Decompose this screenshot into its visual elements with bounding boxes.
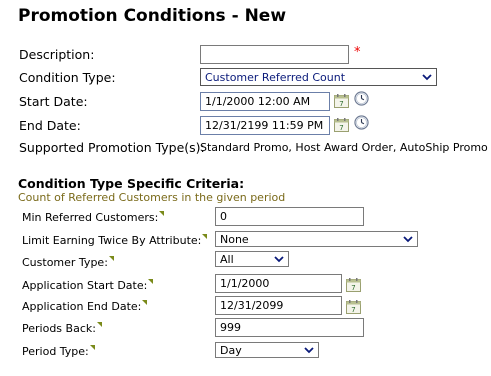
criteria-section-title: Condition Type Specific Criteria: bbox=[18, 176, 245, 191]
application-start-date-input[interactable]: 1/1/2000 bbox=[215, 274, 342, 293]
chevron-down-icon bbox=[403, 234, 413, 244]
min-referred-customers-input[interactable]: 0 bbox=[215, 207, 364, 226]
help-marker-icon[interactable] bbox=[142, 300, 148, 305]
description-input[interactable] bbox=[200, 45, 349, 64]
customer-type-value: All bbox=[220, 252, 234, 266]
periods-back-input[interactable]: 999 bbox=[215, 318, 364, 337]
calendar-icon[interactable]: 7 bbox=[346, 277, 361, 296]
end-date-input[interactable]: 12/31/2199 11:59 PM bbox=[200, 116, 330, 135]
condition-type-select[interactable]: Customer Referred Count bbox=[200, 68, 437, 86]
calendar-icon[interactable]: 7 bbox=[346, 299, 361, 318]
svg-text:7: 7 bbox=[351, 284, 355, 292]
limit-earning-value: None bbox=[220, 232, 249, 246]
chevron-down-icon bbox=[304, 345, 314, 355]
help-marker-icon[interactable] bbox=[159, 211, 165, 216]
calendar-icon[interactable]: 7 bbox=[334, 117, 349, 136]
chevron-down-icon bbox=[274, 254, 284, 264]
customer-type-label: Customer Type: bbox=[22, 256, 114, 269]
application-end-date-input[interactable]: 12/31/2099 bbox=[215, 296, 342, 315]
clock-icon[interactable] bbox=[354, 115, 369, 134]
application-end-date-label: Application End Date: bbox=[22, 300, 148, 313]
svg-text:7: 7 bbox=[339, 124, 343, 132]
start-date-label: Start Date: bbox=[19, 94, 88, 109]
supported-promotion-types-label: Supported Promotion Type(s): bbox=[19, 140, 205, 155]
period-type-select[interactable]: Day bbox=[215, 342, 319, 358]
limit-earning-label: Limit Earning Twice By Attribute: bbox=[22, 234, 208, 247]
required-marker: * bbox=[354, 45, 361, 60]
min-referred-customers-label: Min Referred Customers: bbox=[22, 211, 165, 224]
application-start-date-label: Application Start Date: bbox=[22, 279, 154, 292]
limit-earning-select[interactable]: None bbox=[215, 231, 418, 247]
help-marker-icon[interactable] bbox=[202, 234, 208, 239]
start-date-input[interactable]: 1/1/2000 12:00 AM bbox=[200, 92, 330, 111]
description-label: Description: bbox=[19, 47, 95, 62]
svg-text:7: 7 bbox=[351, 306, 355, 314]
help-marker-icon[interactable] bbox=[89, 345, 95, 350]
customer-type-select[interactable]: All bbox=[215, 251, 289, 267]
clock-icon[interactable] bbox=[354, 91, 369, 110]
condition-type-label: Condition Type: bbox=[19, 70, 116, 85]
promotion-conditions-page: Promotion Conditions - New Description: … bbox=[0, 0, 491, 376]
help-marker-icon[interactable] bbox=[148, 279, 154, 284]
page-title: Promotion Conditions - New bbox=[18, 6, 287, 26]
chevron-down-icon bbox=[422, 72, 432, 82]
condition-type-value: Customer Referred Count bbox=[205, 70, 346, 84]
criteria-subtitle: Count of Referred Customers in the given… bbox=[18, 191, 286, 204]
end-date-label: End Date: bbox=[19, 118, 81, 133]
period-type-value: Day bbox=[220, 343, 242, 357]
periods-back-label: Periods Back: bbox=[22, 322, 102, 335]
supported-promotion-types-value: Standard Promo, Host Award Order, AutoSh… bbox=[200, 141, 488, 154]
help-marker-icon[interactable] bbox=[108, 256, 114, 261]
help-marker-icon[interactable] bbox=[96, 322, 102, 327]
svg-text:7: 7 bbox=[339, 100, 343, 108]
calendar-icon[interactable]: 7 bbox=[334, 93, 349, 112]
period-type-label: Period Type: bbox=[22, 345, 95, 358]
